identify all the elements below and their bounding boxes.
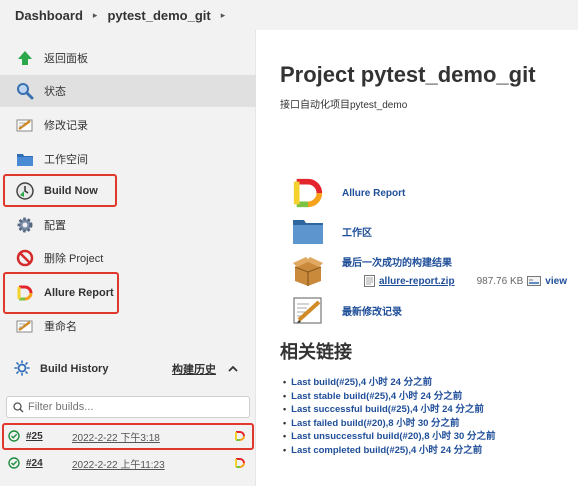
sidebar-item-label: 状态 bbox=[44, 86, 66, 98]
notepad-icon bbox=[290, 292, 326, 328]
build-history-header: Build History 构建历史 bbox=[0, 352, 256, 386]
folder-icon bbox=[290, 213, 326, 249]
build-trend-link[interactable]: 构建历史 bbox=[172, 361, 216, 377]
gear-icon bbox=[16, 216, 34, 234]
main-link-label[interactable]: 最后一次成功的构建结果 bbox=[342, 254, 452, 269]
notepad-icon bbox=[16, 317, 34, 335]
artifact-file-size: 987.76 KB bbox=[476, 275, 524, 287]
notepad-icon bbox=[16, 116, 34, 134]
no-entry-icon bbox=[16, 249, 34, 267]
related-link-last-failed-build[interactable]: Last failed build(#20),8 小时 30 分之前 bbox=[291, 417, 495, 431]
sidebar-item-changes[interactable]: 修改记录 bbox=[0, 109, 256, 141]
related-link-last-unsuccessful-build[interactable]: Last unsuccessful build(#20),8 小时 30 分之前 bbox=[291, 430, 495, 444]
main-link-allure-report[interactable]: Allure Report bbox=[290, 175, 405, 211]
sidebar-item-configure[interactable]: 配置 bbox=[0, 209, 256, 241]
highlight-build-now bbox=[3, 174, 117, 207]
main-link-label[interactable]: 最新修改记录 bbox=[342, 303, 402, 318]
folder-icon bbox=[16, 150, 34, 168]
breadcrumb-dashboard[interactable]: Dashboard bbox=[15, 8, 83, 23]
breadcrumb-project[interactable]: pytest_demo_git bbox=[107, 8, 210, 23]
build-history-title: Build History bbox=[40, 363, 109, 375]
related-link-last-stable-build[interactable]: Last stable build(#25),4 小时 24 分之前 bbox=[291, 390, 495, 404]
sidebar-item-label: 返回面板 bbox=[44, 53, 88, 65]
main-link-label[interactable]: 工作区 bbox=[342, 224, 372, 239]
highlight-allure-report bbox=[3, 272, 119, 314]
main-link-label[interactable]: Allure Report bbox=[342, 188, 405, 199]
breadcrumb-separator-icon[interactable]: ▸ bbox=[221, 10, 226, 21]
file-icon bbox=[364, 275, 375, 287]
page-title: Project pytest_demo_git bbox=[280, 62, 536, 87]
related-link-last-build[interactable]: Last build(#25),4 小时 24 分之前 bbox=[291, 376, 495, 390]
allure-icon[interactable] bbox=[234, 457, 246, 469]
artifact-row: allure-report.zip 987.76 KB view bbox=[364, 275, 567, 287]
filter-builds-field[interactable] bbox=[6, 396, 250, 418]
sidebar-item-label: 重命名 bbox=[44, 321, 77, 333]
project-description: 接口自动化项目pytest_demo bbox=[280, 100, 408, 111]
up-arrow-icon bbox=[16, 49, 34, 67]
search-icon bbox=[13, 401, 24, 412]
package-icon bbox=[290, 252, 326, 288]
fingerprint-icon[interactable] bbox=[527, 276, 542, 286]
sidebar-item-label: 配置 bbox=[44, 220, 66, 232]
search-icon bbox=[16, 82, 34, 100]
artifact-file-link[interactable]: allure-report.zip bbox=[379, 276, 455, 287]
sidebar-item-rename[interactable]: 重命名 bbox=[0, 310, 256, 342]
success-check-icon bbox=[8, 457, 20, 469]
breadcrumb: Dashboard ▸ pytest_demo_git ▸ bbox=[0, 0, 578, 30]
main-link-recent-changes[interactable]: 最新修改记录 bbox=[290, 292, 402, 328]
build-date-link[interactable]: 2022-2-22 上午11:23 bbox=[72, 456, 165, 471]
sidebar-item-back-to-dashboard[interactable]: 返回面板 bbox=[0, 42, 256, 74]
sun-trend-icon bbox=[14, 359, 30, 379]
filter-builds-input[interactable] bbox=[28, 401, 248, 413]
artifact-view-link[interactable]: view bbox=[545, 276, 567, 287]
allure-icon bbox=[290, 175, 326, 211]
highlight-build-25 bbox=[2, 423, 254, 450]
sidebar-item-label: 删除 Project bbox=[44, 253, 104, 265]
main-link-workspace[interactable]: 工作区 bbox=[290, 213, 372, 249]
related-links-list: Last build(#25),4 小时 24 分之前 Last stable … bbox=[291, 376, 495, 458]
breadcrumb-separator-icon[interactable]: ▸ bbox=[93, 10, 98, 21]
sidebar-item-label: 修改记录 bbox=[44, 120, 88, 132]
related-link-last-completed-build[interactable]: Last completed build(#25),4 小时 24 分之前 bbox=[291, 444, 495, 458]
sidebar-item-status[interactable]: 状态 bbox=[0, 75, 256, 107]
build-number-link[interactable]: #24 bbox=[26, 458, 66, 469]
sidebar-item-label: 工作空间 bbox=[44, 154, 88, 166]
build-row-24[interactable]: #24 2022-2-22 上午11:23 bbox=[0, 452, 256, 474]
related-links-title: 相关链接 bbox=[280, 342, 352, 362]
chevron-up-icon[interactable] bbox=[226, 362, 240, 376]
main-panel: Project pytest_demo_git 接口自动化项目pytest_de… bbox=[256, 30, 578, 486]
related-link-last-successful-build[interactable]: Last successful build(#25),4 小时 24 分之前 bbox=[291, 403, 495, 417]
sidebar-item-delete-project[interactable]: 删除 Project bbox=[0, 242, 256, 274]
sidebar-item-workspace[interactable]: 工作空间 bbox=[0, 143, 256, 175]
